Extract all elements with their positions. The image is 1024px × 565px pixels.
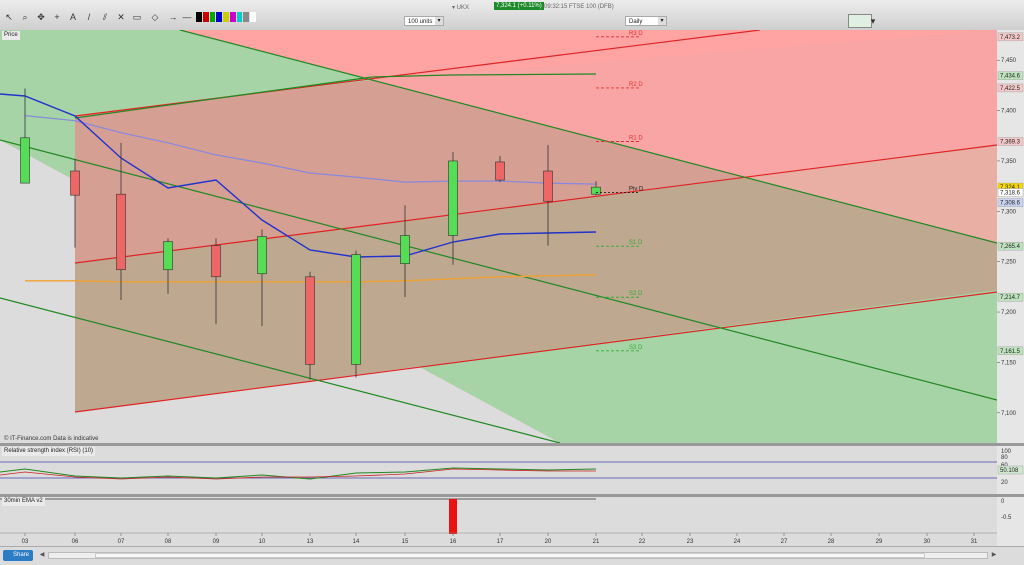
candle-body [591,186,601,195]
candle-body [257,236,267,275]
y-tick-label: 7,200 [1001,310,1017,316]
zoom-icon[interactable]: ⌕ [20,12,30,22]
instrument-title[interactable]: ▾ UKX [452,4,469,11]
x-tick-label: 24 [734,539,741,545]
candle-body [116,193,126,271]
candle-body [305,276,315,365]
x-tick-label: 10 [259,539,266,545]
pivot-label: S3 D [629,345,643,351]
copyright-text: © IT-Finance.com Data is indicative [4,436,99,442]
x-tick-label: 27 [781,539,788,545]
x-tick-label: 31 [971,539,978,545]
color-swatches-icon[interactable] [196,12,257,22]
candle-body [543,170,553,202]
x-tick-label: 21 [593,539,600,545]
price-label-text: 7,422.5 [1000,86,1021,92]
x-tick-label: 29 [876,539,883,545]
bottom-bar: Share ◀ ▶ [0,546,1024,565]
pan-icon[interactable]: ✥ [36,12,46,22]
period-value: Daily [629,19,643,25]
candle-body [211,245,221,278]
x-tick-label: 06 [72,539,79,545]
price-label-text: 7,473.2 [1000,35,1021,41]
shape-icon[interactable]: ◇ [150,12,160,22]
period-select[interactable]: Daily ▾ [625,16,667,26]
rsi-tick-label: 20 [1001,480,1008,486]
y-tick-label: 7,250 [1001,260,1017,266]
x-tick-label: 30 [924,539,931,545]
price-label-text: 7,161.5 [1000,349,1021,355]
ema-bar [449,499,457,534]
candle-body [163,241,173,271]
x-tick-label: 22 [639,539,646,545]
rsi-panel-label[interactable]: Relative strength index (RSI) (10) [2,447,96,456]
candle-body [20,137,30,184]
y-tick-label: 7,400 [1001,109,1017,115]
rsi-tick-label: 80 [1001,455,1008,461]
rectangle-icon[interactable]: ▭ [132,12,142,22]
chevron-down-icon[interactable]: ▾ [868,16,878,26]
scroll-right-icon[interactable]: ▶ [990,552,998,559]
price-label-text: 7,434.6 [1000,74,1021,80]
hline-icon[interactable]: — [182,12,192,22]
text-icon[interactable]: A [68,12,78,22]
pointer-icon[interactable]: ↖ [4,12,14,22]
candle-body [400,235,410,264]
pivot-label: R2 D [629,82,643,88]
x-tick-label: 20 [545,539,552,545]
x-tick-label: 28 [828,539,835,545]
price-chart: R3 D R2 D R1 D Piv D S1 D S2 D S3 D 7,450 7,400… [0,30,1024,546]
candle-body [70,170,80,196]
toolbar: ↖ ⌕ ✥ + A / ⫽ ✕ ▭ ◇ → — ▾ UKX 7,324.1 (+… [0,0,1024,31]
x-tick-label: 07 [118,539,125,545]
share-label: Share [13,552,30,558]
x-tick-label: 13 [307,539,314,545]
chevron-down-icon[interactable]: ▾ [435,17,443,25]
pivot-label: S1 D [629,240,643,246]
ema-panel-label[interactable]: 30min EMA v2 [2,497,45,506]
scrollbar-thumb[interactable] [95,553,925,558]
y-tick-label: 7,100 [1001,411,1017,417]
candle-body [351,254,361,365]
horizontal-scrollbar[interactable] [48,552,988,559]
x-tick-label: 17 [497,539,504,545]
y-tick-label: 7,300 [1001,209,1017,215]
x-tick-label: 14 [353,539,360,545]
rsi-value-text: 50.108 [1000,468,1019,474]
candle-body [448,160,458,236]
scroll-left-icon[interactable]: ◀ [38,552,46,559]
x-tick-label: 08 [165,539,172,545]
price-label-text: 7,214.7 [1000,295,1021,301]
price-panel-label[interactable]: Price [2,31,20,40]
price-label-text: 7,318.6 [1000,191,1021,197]
y-tick-label: 7,350 [1001,159,1017,165]
share-button[interactable]: Share [3,550,33,561]
x-tick-label: 09 [213,539,220,545]
chevron-down-icon[interactable]: ▾ [658,17,666,25]
pivot-label: S2 D [629,291,643,297]
units-value: 100 units [408,19,433,25]
x-tick-label: 16 [450,539,457,545]
units-select[interactable]: 100 units ▾ [404,16,444,26]
pivot-label: R3 D [629,31,643,37]
x-tick-label: 03 [22,539,29,545]
y-tick-label: 7,150 [1001,360,1017,366]
price-label-text: 7,308.6 [1000,201,1021,207]
pivot-label: R1 D [629,136,643,142]
candle-body [495,161,505,181]
y-tick-label: 7,450 [1001,58,1017,64]
channel-icon[interactable]: ⫽ [100,12,110,22]
ema-tick-label: -0.5 [1001,515,1012,521]
arrow-icon[interactable]: → [168,12,178,22]
pivot-label: Piv D [629,187,644,193]
price-label-text: 7,265.4 [1000,244,1021,250]
price-badge: 7,324.1 (+0.11%) [494,2,544,10]
x-tick-label: 15 [402,539,409,545]
delete-icon[interactable]: ✕ [116,12,126,22]
line-icon[interactable]: / [84,12,94,22]
crosshair-icon[interactable]: + [52,12,62,22]
status-text: 09:32:15 FTSE 100 (DFB) [544,4,614,10]
x-tick-label: 23 [687,539,694,545]
price-label-text: 7,369.3 [1000,140,1021,146]
